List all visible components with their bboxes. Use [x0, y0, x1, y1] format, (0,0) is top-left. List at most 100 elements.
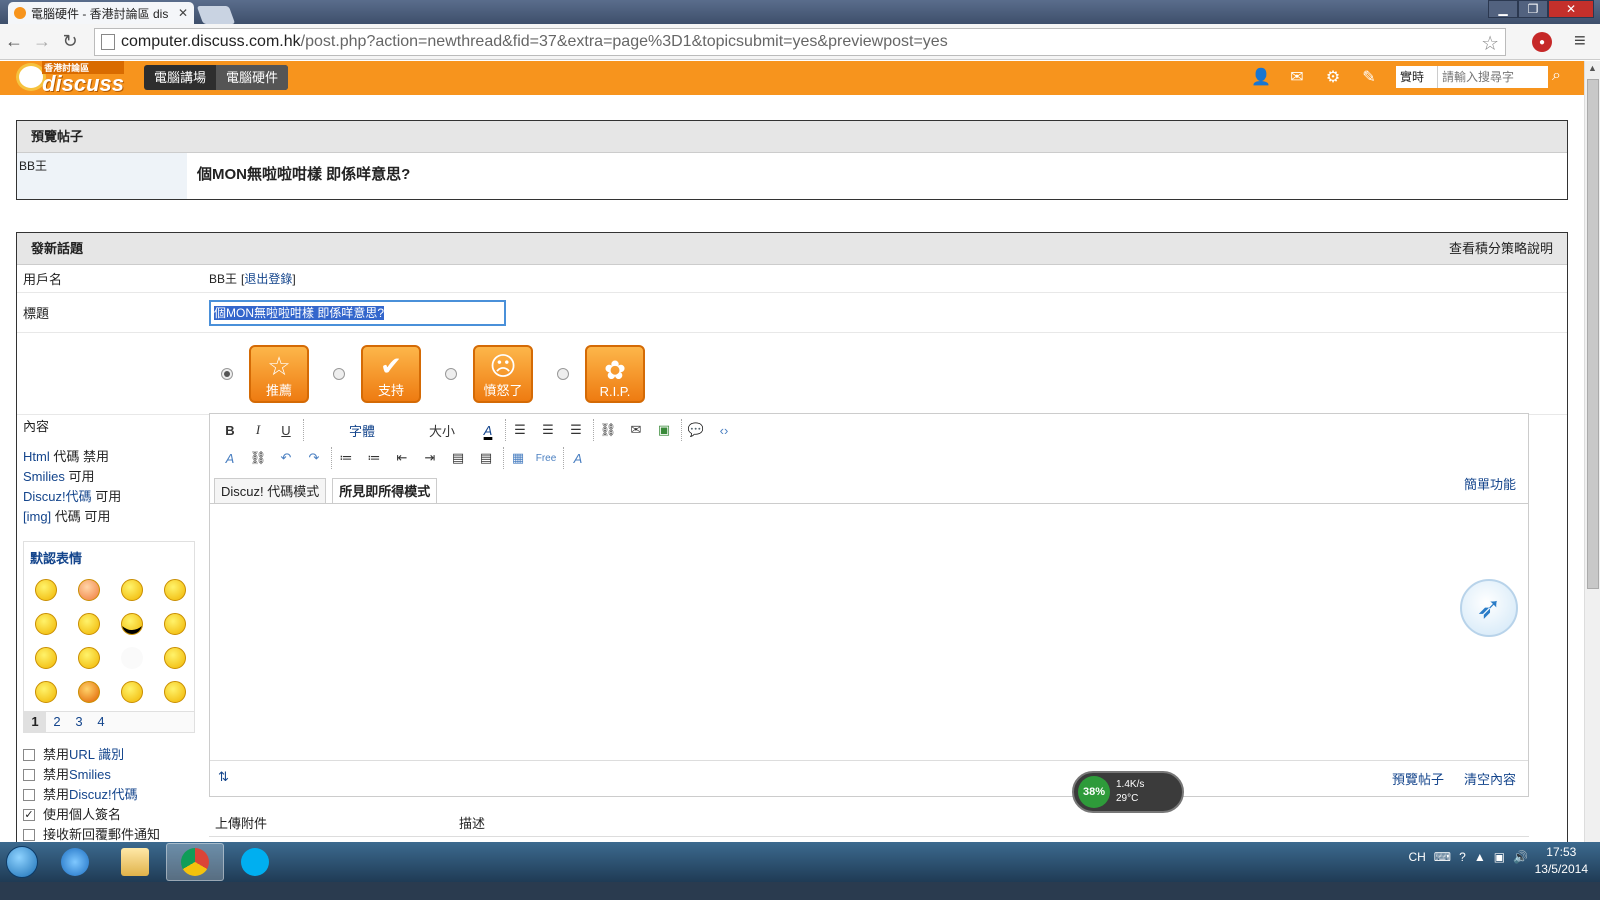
paperclip-icon[interactable]: ✎ — [1358, 65, 1380, 89]
smiley-icon[interactable] — [77, 647, 100, 669]
float-left-icon[interactable]: ▤ — [444, 447, 472, 469]
network-icon[interactable]: ▣ — [1494, 850, 1505, 864]
float-right-icon[interactable]: ▤ — [472, 447, 500, 469]
recommend-star-icon[interactable]: ☆ 推薦 — [249, 344, 309, 403]
tab-discuz-code-mode[interactable]: Discuz! 代碼模式 — [214, 478, 327, 503]
post-icon-support[interactable]: ✔ 支持 — [333, 344, 421, 403]
unordered-list-icon[interactable]: ≔ — [360, 447, 388, 469]
taskbar-chrome[interactable] — [166, 843, 224, 881]
align-right-icon[interactable]: ☰ — [562, 419, 590, 441]
unlink-icon[interactable]: ⛓ — [244, 447, 272, 469]
code-status-smilies-link[interactable]: Smilies — [23, 469, 65, 484]
checkbox-use-signature[interactable]: ✓ — [23, 809, 35, 821]
checkbox-email-notify[interactable] — [23, 829, 35, 841]
resize-icon[interactable]: ⇅ — [218, 769, 229, 785]
net-speed-widget[interactable]: 38% 1.4K/s 29°C — [1072, 771, 1184, 813]
page-scrollbar[interactable]: ▲ ▼ — [1584, 61, 1600, 861]
font-style-icon[interactable]: A — [564, 447, 592, 469]
italic-icon[interactable]: I — [244, 419, 272, 441]
rip-rose-icon[interactable]: ✿ R.I.P. — [585, 344, 645, 403]
font-family-select[interactable]: 字體 — [304, 419, 416, 441]
close-tab-icon[interactable]: ✕ — [178, 6, 188, 20]
taskbar-explorer[interactable] — [106, 843, 164, 881]
free-tag-icon[interactable]: Free — [532, 447, 560, 469]
reload-icon[interactable]: ↻ — [56, 28, 84, 56]
smiley-icon[interactable] — [34, 613, 57, 635]
smiley-icon[interactable] — [34, 579, 57, 601]
post-icon-rip[interactable]: ✿ R.I.P. — [557, 344, 645, 403]
smiley-icon[interactable] — [163, 647, 186, 669]
post-icon-radio-angry[interactable] — [445, 367, 457, 380]
indent-icon[interactable]: ⇥ — [416, 447, 444, 469]
scroll-thumb[interactable] — [1587, 79, 1599, 589]
preview-post-button[interactable]: 預覽帖子 — [1392, 769, 1444, 788]
ime-icon[interactable]: ⌨ — [1434, 850, 1451, 864]
start-button[interactable] — [0, 842, 44, 882]
minimize-icon[interactable]: ▁ — [1488, 0, 1518, 18]
taskbar-skype[interactable] — [226, 843, 284, 881]
code-status-discuz-link[interactable]: Discuz!代碼 — [23, 489, 92, 504]
post-icon-recommend[interactable]: ☆ 推薦 — [221, 344, 309, 403]
address-bar[interactable]: computer.discuss.com.hk/post.php?action=… — [94, 28, 1506, 56]
option-disable-smilies-link[interactable]: Smilies — [69, 765, 111, 785]
extension-icon[interactable]: ● — [1532, 32, 1552, 52]
smiley-icon[interactable] — [163, 613, 186, 635]
smilies-page-1[interactable]: 1 — [24, 712, 46, 732]
settings-gear-icon[interactable]: ⚙ — [1322, 65, 1344, 89]
smiley-icon[interactable] — [163, 681, 186, 703]
option-disable-smilies[interactable]: 禁用 Smilies — [23, 765, 209, 785]
option-disable-discuz-link[interactable]: Discuz!代碼 — [69, 785, 138, 805]
chrome-menu-icon[interactable]: ≡ — [1574, 30, 1586, 53]
align-center-icon[interactable]: ☰ — [534, 419, 562, 441]
nav-item-computer-talk[interactable]: 電腦講場 — [144, 65, 216, 90]
smiley-icon[interactable] — [120, 681, 143, 703]
smilies-page-2[interactable]: 2 — [46, 712, 68, 732]
subject-input[interactable]: 個MON無啦啦咁樣 即係咩意思? — [209, 299, 506, 326]
editor-text-area[interactable] — [210, 504, 1528, 760]
taskbar-ie[interactable] — [46, 843, 104, 881]
window-close-icon[interactable]: ✕ — [1548, 0, 1594, 18]
smiley-sunglasses-icon[interactable] — [120, 613, 143, 635]
search-scope-select[interactable]: 實時 — [1396, 66, 1438, 88]
smiley-icon[interactable] — [34, 681, 57, 703]
system-clock[interactable]: 17:53 13/5/2014 — [1535, 844, 1588, 878]
smilies-page-3[interactable]: 3 — [68, 712, 90, 732]
ordered-list-icon[interactable]: ≔ — [332, 447, 360, 469]
option-disable-url[interactable]: 禁用 URL 識別 — [23, 745, 209, 765]
outdent-icon[interactable]: ⇤ — [388, 447, 416, 469]
table-icon[interactable]: ▦ — [504, 447, 532, 469]
post-icon-radio-support[interactable] — [333, 367, 345, 380]
tray-arrow-icon[interactable]: ▲ — [1474, 850, 1486, 864]
underline-icon[interactable]: U — [272, 419, 300, 441]
search-input[interactable] — [1438, 70, 1542, 84]
volume-icon[interactable]: 🔊 — [1513, 850, 1528, 864]
mail-icon[interactable]: ✉ — [1286, 65, 1308, 89]
support-check-icon[interactable]: ✔ 支持 — [361, 344, 421, 403]
font-size-select[interactable]: 大小 — [416, 419, 474, 441]
smiley-icon[interactable] — [77, 613, 100, 635]
code-status-img-link[interactable]: [img] — [23, 509, 51, 524]
user-icon[interactable]: 👤 — [1250, 65, 1272, 89]
scroll-up-icon[interactable]: ▲ — [1588, 63, 1597, 73]
checkbox-disable-discuz[interactable] — [23, 789, 35, 801]
bold-icon[interactable]: B — [216, 419, 244, 441]
post-icon-angry[interactable]: ☹ 憤怒了 — [445, 344, 533, 403]
code-icon[interactable]: ‹› — [710, 419, 738, 441]
option-use-signature[interactable]: ✓ 使用個人簽名 — [23, 805, 209, 825]
bookmark-star-icon[interactable]: ☆ — [1481, 31, 1499, 56]
post-icon-radio-recommend[interactable] — [221, 367, 233, 380]
undo-icon[interactable]: ↶ — [272, 447, 300, 469]
nav-item-computer-hardware[interactable]: 電腦硬件 — [216, 65, 289, 90]
maximize-icon[interactable]: ❐ — [1518, 0, 1548, 18]
checkbox-disable-smilies[interactable] — [23, 769, 35, 781]
redo-icon[interactable]: ↷ — [300, 447, 328, 469]
remove-format-icon[interactable]: A — [216, 447, 244, 469]
browser-tab[interactable]: 電腦硬件 - 香港討論區 dis ✕ — [8, 2, 194, 24]
tab-wysiwyg-mode[interactable]: 所見即所得模式 — [332, 478, 438, 503]
credit-rules-link[interactable]: 查看積分策略說明 — [1449, 233, 1553, 264]
back-icon[interactable]: ← — [0, 28, 28, 56]
text-color-icon[interactable]: A — [474, 419, 502, 441]
checkbox-disable-url[interactable] — [23, 749, 35, 761]
smiley-blank-icon[interactable] — [120, 647, 143, 669]
smilies-page-4[interactable]: 4 — [90, 712, 112, 732]
